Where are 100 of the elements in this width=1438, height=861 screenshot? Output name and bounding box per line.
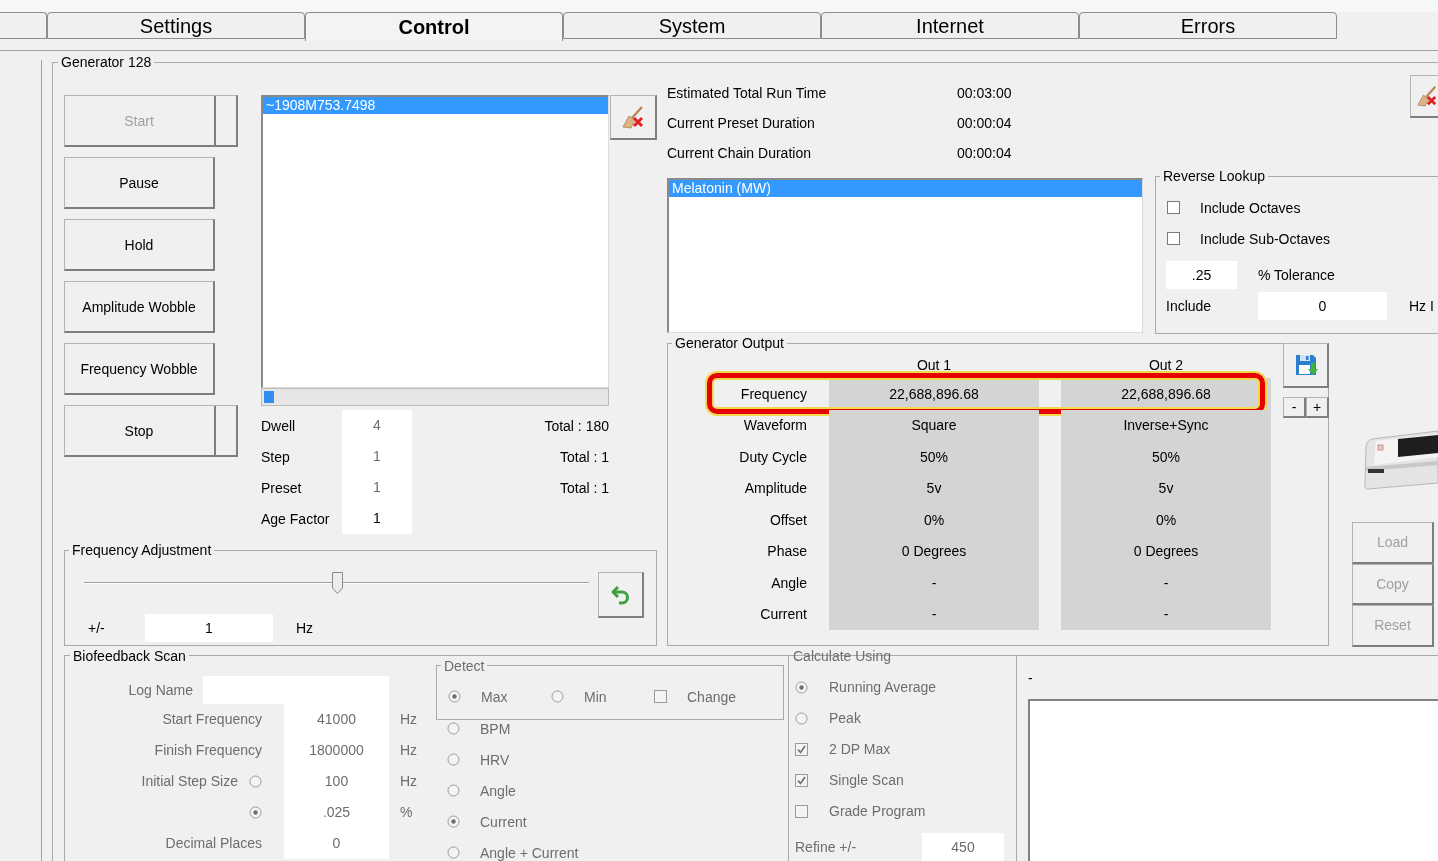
value-cell: 0% [1061, 504, 1271, 536]
column-header: Out 2 [1147, 356, 1185, 373]
field-label: Current Chain Duration [667, 145, 811, 161]
row-label: Duty Cycle [739, 448, 807, 465]
checkbox[interactable] [1167, 201, 1180, 214]
unit-label: % [400, 804, 413, 820]
step-button[interactable]: - [1283, 397, 1306, 418]
value-cell: 0 Degrees [1061, 535, 1271, 567]
tab[interactable]: Errors [1079, 12, 1337, 39]
field-label: % Tolerance [1258, 267, 1335, 283]
reset-button[interactable] [598, 572, 644, 618]
broom-icon [621, 105, 645, 129]
checkbox-label: Single Scan [829, 772, 904, 788]
row-label: Offset [769, 511, 807, 528]
value-cell: 50% [1061, 441, 1271, 473]
action-button[interactable]: Stop [64, 405, 238, 457]
radio-label: BPM [480, 720, 511, 737]
radio-label: Min [584, 688, 607, 705]
radio-label: HRV [480, 751, 510, 768]
value-cell: 5v [1061, 472, 1271, 504]
checkbox-label: Change [687, 688, 737, 705]
group-title: Detect [443, 657, 486, 674]
step-button[interactable]: + [1306, 397, 1329, 418]
group-title: Generator 128 [60, 54, 153, 70]
row-label: Phase [767, 543, 807, 560]
group-title: Calculate Using [792, 647, 893, 664]
radio-label: Max [481, 688, 508, 705]
group-title: Generator Output [674, 335, 785, 351]
tab-edge[interactable] [0, 12, 47, 39]
value-cell: 50% [829, 441, 1039, 473]
field-label: Decimal Places [165, 835, 262, 851]
value-cell: 0% [829, 504, 1039, 536]
radio-label: Current [480, 813, 527, 830]
checkbox-label: Include Sub-Octaves [1200, 230, 1330, 247]
tab[interactable]: Settings [47, 12, 305, 39]
column-header: Out 1 [915, 356, 953, 373]
field-label: Initial Step Size [141, 773, 238, 789]
row-label: Amplitude [744, 480, 807, 497]
field-label: Start Frequency [162, 711, 262, 727]
field-label: Dwell [261, 417, 297, 434]
unit-label: Hz [400, 711, 418, 727]
group-title: Reverse Lookup [1162, 168, 1266, 184]
checkbox-label: 2 DP Max [829, 741, 891, 757]
list-item[interactable]: ~1908M753.7498 [263, 97, 608, 114]
unit-label: Hz [400, 742, 418, 758]
clear-button[interactable] [1410, 75, 1438, 118]
value-cell: 5v [829, 472, 1039, 504]
value-text: 00:03:00 [957, 85, 1012, 101]
field-label: Estimated Total Run Time [667, 85, 827, 101]
input-field[interactable]: .25 [1166, 261, 1237, 289]
row-label: Current [760, 606, 807, 623]
checkbox-label: Grade Program [829, 803, 926, 819]
list-box[interactable]: Melatonin (MW) [667, 178, 1143, 333]
row-label: Frequency [740, 385, 807, 402]
field-label: Finish Frequency [154, 742, 262, 758]
field-label: Age Factor [261, 510, 331, 527]
group-title: Biofeedback Scan [72, 647, 187, 664]
action-button[interactable]: Pause [64, 157, 215, 209]
checkbox-label: Include Octaves [1200, 199, 1301, 216]
total-text: Total : 1 [558, 479, 609, 496]
value-text: 00:00:04 [957, 145, 1012, 161]
value-cell: Square [829, 409, 1039, 441]
field-label: Preset [261, 479, 303, 496]
tab[interactable]: Internet [821, 12, 1079, 39]
slider-thumb[interactable] [331, 572, 343, 594]
value-text: 00:00:04 [957, 115, 1012, 131]
field-label: Current Preset Duration [667, 115, 815, 131]
value-cell: Inverse+Sync [1061, 409, 1271, 441]
row-label: Angle [771, 574, 807, 591]
radio-label: Angle [480, 782, 516, 799]
total-text: Total : 1 [558, 448, 609, 465]
radio-label: Peak [829, 710, 861, 726]
action-button[interactable]: Hold [64, 219, 215, 271]
curved-arrow-icon [609, 583, 632, 606]
radio-label: Angle + Current [480, 844, 579, 861]
list-item[interactable]: Melatonin (MW) [669, 180, 1142, 197]
tab[interactable]: Control [305, 12, 563, 41]
save-button[interactable] [1283, 343, 1329, 388]
value-cell: - [829, 567, 1039, 599]
row-label: Waveform [743, 417, 807, 434]
group-title: Frequency Adjustment [71, 542, 213, 558]
value-cell: - [1061, 567, 1271, 599]
input-field[interactable]: 1 [342, 503, 412, 534]
checkbox[interactable] [1167, 232, 1180, 245]
list-box[interactable]: ~1908M753.7498 [261, 95, 609, 388]
input-field[interactable]: 0 [1258, 292, 1387, 320]
broom-icon [1416, 84, 1438, 108]
action-button[interactable]: Frequency Wobble [64, 343, 215, 395]
tab[interactable]: System [563, 12, 821, 39]
field-label: +/- [88, 620, 106, 636]
action-button[interactable]: Amplitude Wobble [64, 281, 215, 333]
field-label: Log Name [127, 681, 193, 698]
value-cell: - [829, 598, 1039, 630]
input-field[interactable]: 1 [145, 614, 273, 642]
clear-button[interactable] [610, 95, 657, 140]
value-cell: - [1061, 598, 1271, 630]
log-label: - [1028, 669, 1034, 686]
total-text: Total : 180 [543, 417, 609, 434]
unit-label: Hz I [1409, 298, 1434, 314]
field-label: Step [261, 448, 291, 465]
